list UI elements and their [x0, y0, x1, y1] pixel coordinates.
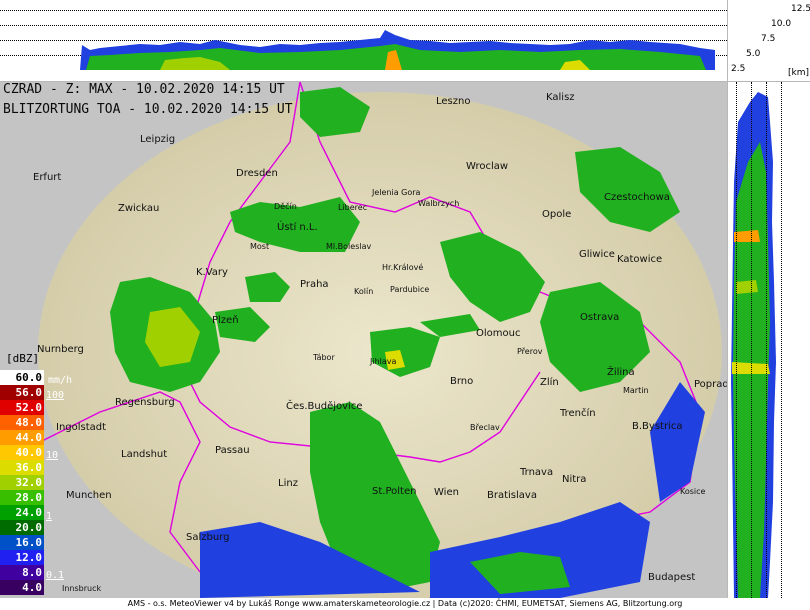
height-gridline — [736, 82, 737, 598]
legend-rate: 10 — [46, 450, 59, 461]
legend-color-row: 40.0 — [0, 445, 44, 460]
legend-color-row: 24.0 — [0, 505, 44, 520]
footer-credits: AMS - o.s. MeteoViewer v4 by Lukáš Ronge… — [0, 598, 810, 610]
map-graphics — [38, 82, 722, 598]
city-label: Bratislava — [487, 490, 537, 501]
city-label: Salzburg — [186, 532, 230, 543]
lightning-title: BLITZORTUNG TOA - 10.02.2020 14:15 UT — [3, 102, 293, 117]
city-label: Přerov — [517, 347, 543, 356]
city-label: Regensburg — [115, 397, 175, 408]
legend-color-row: 44.0 — [0, 430, 44, 445]
city-label: Hr.Králové — [382, 263, 424, 272]
legend-color-row: 60.0 — [0, 370, 44, 385]
city-label: Olomouc — [476, 328, 521, 339]
city-label: Dresden — [236, 168, 278, 179]
city-label: Nitra — [562, 474, 587, 485]
city-label: Zlín — [540, 377, 559, 388]
city-label: Ostrava — [580, 312, 620, 323]
right-height-profile — [728, 82, 810, 598]
height-scale: 12.5 10.0 7.5 5.0 2.5 [km] — [728, 0, 810, 81]
legend-color-row: 52.0 — [0, 400, 44, 415]
city-label: Wroclaw — [466, 161, 509, 172]
height-gridline — [766, 82, 767, 598]
height-label: 2.5 — [731, 64, 746, 74]
city-label: Kalisz — [546, 92, 575, 103]
city-label: Gliwice — [579, 249, 615, 260]
city-label: St.Polten — [372, 486, 417, 497]
city-label: Passau — [215, 445, 250, 456]
city-label: Opole — [542, 209, 572, 220]
city-label: Žilina — [607, 367, 635, 378]
radar-title: CZRAD - Z: MAX - 10.02.2020 14:15 UT — [3, 82, 285, 97]
city-label: Katowice — [617, 254, 663, 265]
height-gridline — [781, 82, 782, 598]
legend-color-row: 36.0 — [0, 460, 44, 475]
radar-map: CZRAD - Z: MAX - 10.02.2020 14:15 UT BLI… — [0, 82, 727, 598]
city-label: Trenčín — [560, 408, 596, 419]
city-label: Jelenia Gora — [372, 188, 421, 197]
legend-color-row: 16.0 — [0, 535, 44, 550]
city-label: Erfurt — [33, 172, 62, 183]
legend-color-row: 4.0 — [0, 580, 44, 595]
city-label: Poprad — [694, 379, 727, 390]
height-label: 7.5 — [761, 34, 776, 44]
city-label: Wien — [434, 487, 459, 498]
city-label: Břeclav — [470, 423, 500, 432]
city-label: Brno — [450, 376, 474, 387]
height-gridline — [751, 82, 752, 598]
legend-color-row: 28.0 — [0, 490, 44, 505]
legend-rate: 1 — [46, 511, 53, 522]
legend-color-row: 56.0 — [0, 385, 44, 400]
height-label: 5.0 — [746, 49, 761, 59]
city-label: Kosice — [680, 487, 706, 496]
city-label: Leipzig — [140, 134, 176, 145]
dbz-legend: [dBZ] 60.0 56.0 52.0 48.0 44.0 40.0 36.0 32.0 28… — [0, 352, 78, 598]
city-label: Jihlava — [370, 357, 397, 366]
city-label: Landshut — [121, 449, 168, 460]
city-label: Linz — [278, 478, 298, 489]
city-label: Most — [250, 242, 270, 251]
legend-color-row: 48.0 — [0, 415, 44, 430]
city-label: Leszno — [436, 96, 471, 107]
top-profile-echoes — [80, 30, 715, 70]
city-label: Děčín — [274, 202, 297, 211]
city-label: Tábor — [313, 353, 335, 362]
city-label: Walbrzych — [418, 199, 460, 208]
city-label: Čes.Budějovice — [286, 401, 363, 412]
city-label: Trnava — [520, 467, 554, 478]
city-label: Ml.Boleslav — [326, 242, 372, 251]
city-label: Liberec — [338, 203, 368, 212]
legend-color-row: 8.0 — [0, 565, 44, 580]
legend-color-row: 12.0 — [0, 550, 44, 565]
city-label: Budapest — [648, 572, 696, 583]
city-label: Martin — [623, 386, 649, 395]
city-label: Plzeň — [212, 315, 239, 326]
city-label: K.Vary — [196, 267, 228, 278]
city-label: Kolín — [354, 287, 374, 296]
height-unit: [km] — [788, 68, 810, 78]
city-label: Zwickau — [118, 203, 160, 214]
legend-rate: 0.1 — [46, 570, 65, 581]
height-label: 10.0 — [771, 19, 792, 29]
city-label: Czestochowa — [604, 192, 670, 203]
top-height-profile — [0, 0, 727, 81]
legend-color-row: 20.0 — [0, 520, 44, 535]
legend-rate-unit: mm/h — [48, 375, 73, 386]
legend-color-row: 32.0 — [0, 475, 44, 490]
city-label: B.Bystrica — [632, 421, 683, 432]
legend-rate: 100 — [46, 390, 65, 401]
height-label: 12.5 — [791, 4, 810, 14]
legend-unit: [dBZ] — [6, 352, 40, 365]
city-label: Pardubice — [390, 285, 430, 294]
city-label: Ústí n.L. — [277, 222, 318, 233]
right-profile-echoes — [731, 92, 776, 598]
city-label: Praha — [300, 279, 329, 290]
